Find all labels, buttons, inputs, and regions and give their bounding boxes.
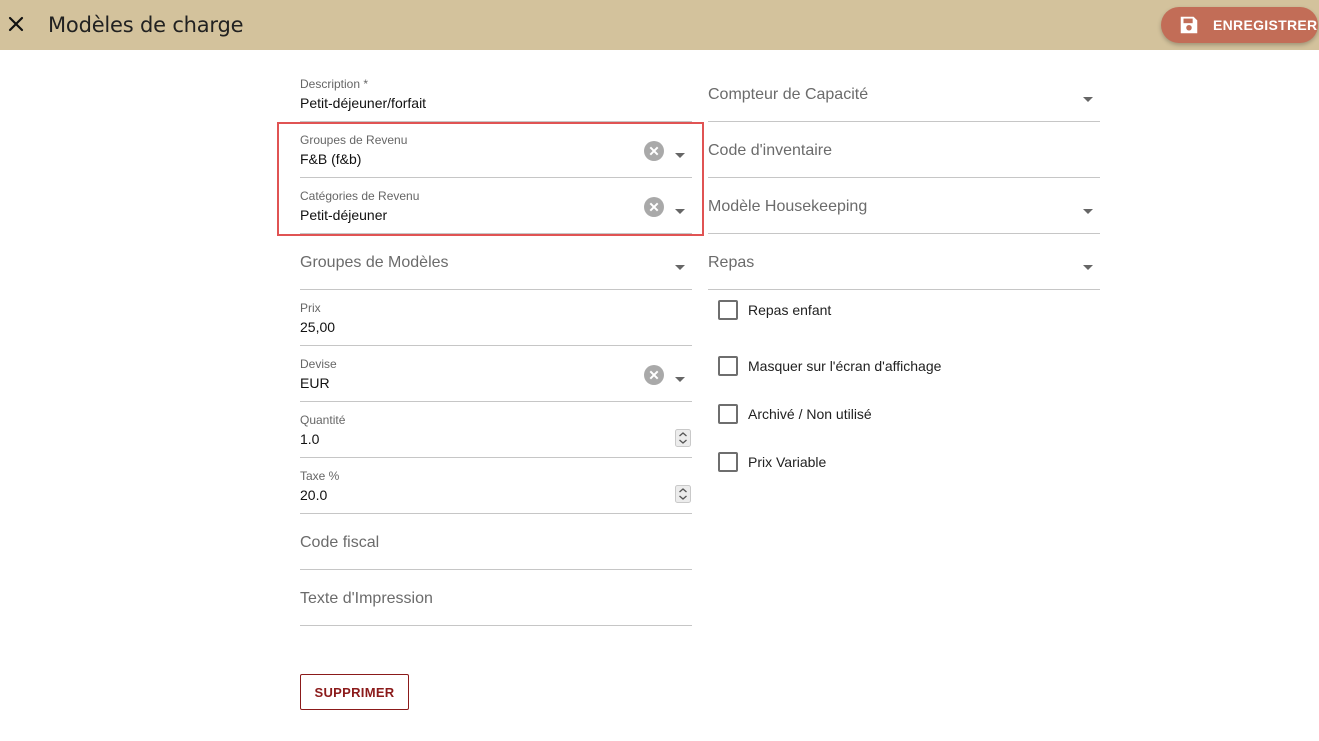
meals-select[interactable]: Repas (708, 233, 1100, 290)
description-value: Petit-déjeuner/forfait (300, 95, 427, 111)
revenue-groups-label: Groupes de Revenu (300, 133, 408, 147)
fiscal-code-field[interactable]: Code fiscal (300, 513, 692, 570)
inventory-code-placeholder: Code d'inventaire (708, 142, 833, 159)
inventory-code-field[interactable]: Code d'inventaire (708, 121, 1100, 178)
fiscal-code-placeholder: Code fiscal (300, 534, 380, 551)
archived-label: Archivé / Non utilisé (748, 406, 872, 422)
revenue-categories-value: Petit-déjeuner (300, 207, 388, 223)
revenue-categories-select[interactable]: Catégories de Revenu Petit-déjeuner (300, 177, 692, 234)
price-field[interactable]: Prix 25,00 (300, 289, 692, 346)
delete-button[interactable]: SUPPRIMER (300, 674, 409, 710)
currency-value: EUR (300, 375, 330, 391)
clear-icon[interactable] (644, 365, 664, 385)
delete-button-label: SUPPRIMER (314, 685, 395, 700)
quantity-value: 1.0 (300, 431, 320, 447)
clear-icon[interactable] (644, 197, 664, 217)
price-label: Prix (300, 301, 321, 315)
description-field[interactable]: Description * Petit-déjeuner/forfait (300, 65, 692, 122)
model-groups-placeholder: Groupes de Modèles (300, 254, 449, 271)
checkbox-box[interactable] (718, 356, 738, 376)
floppy-disk-icon (1178, 14, 1200, 36)
meals-placeholder: Repas (708, 254, 755, 271)
top-bar: Modèles de charge ENREGISTRER (0, 0, 1319, 50)
save-button[interactable]: ENREGISTRER (1161, 7, 1318, 43)
child-meal-label: Repas enfant (748, 302, 832, 318)
price-value: 25,00 (300, 319, 336, 335)
quantity-label: Quantité (300, 413, 346, 427)
quantity-field[interactable]: Quantité 1.0 (300, 401, 692, 458)
save-button-label: ENREGISTRER (1213, 17, 1318, 33)
print-text-field[interactable]: Texte d'Impression (300, 569, 692, 626)
tax-label: Taxe % (300, 469, 340, 483)
model-groups-select[interactable]: Groupes de Modèles (300, 233, 692, 290)
capacity-counter-placeholder: Compteur de Capacité (708, 86, 869, 103)
chevron-down-icon[interactable] (674, 371, 686, 382)
chevron-down-icon[interactable] (1082, 259, 1094, 270)
print-text-placeholder: Texte d'Impression (300, 590, 433, 607)
hide-on-display-label: Masquer sur l'écran d'affichage (748, 358, 942, 374)
quantity-stepper-icon[interactable] (675, 429, 691, 447)
description-label: Description * (300, 77, 369, 91)
housekeeping-model-select[interactable]: Modèle Housekeeping (708, 177, 1100, 234)
chevron-down-icon[interactable] (674, 259, 686, 270)
tax-field[interactable]: Taxe % 20.0 (300, 457, 692, 514)
revenue-groups-select[interactable]: Groupes de Revenu F&B (f&b) (300, 121, 692, 178)
revenue-groups-value: F&B (f&b) (300, 151, 362, 167)
checkbox-box[interactable] (718, 404, 738, 424)
currency-label: Devise (300, 357, 337, 371)
housekeeping-model-placeholder: Modèle Housekeeping (708, 198, 868, 215)
revenue-categories-label: Catégories de Revenu (300, 189, 420, 203)
tax-value: 20.0 (300, 487, 328, 503)
chevron-down-icon[interactable] (1082, 91, 1094, 102)
chevron-down-icon[interactable] (674, 147, 686, 158)
chevron-down-icon[interactable] (674, 203, 686, 214)
chevron-down-icon[interactable] (1082, 203, 1094, 214)
checkbox-box[interactable] (718, 300, 738, 320)
capacity-counter-select[interactable]: Compteur de Capacité (708, 65, 1100, 122)
variable-price-label: Prix Variable (748, 454, 827, 470)
page-title: Modèles de charge (48, 13, 244, 37)
close-icon[interactable] (4, 12, 28, 36)
tax-stepper-icon[interactable] (675, 485, 691, 503)
checkbox-box[interactable] (718, 452, 738, 472)
clear-icon[interactable] (644, 141, 664, 161)
currency-select[interactable]: Devise EUR (300, 345, 692, 402)
